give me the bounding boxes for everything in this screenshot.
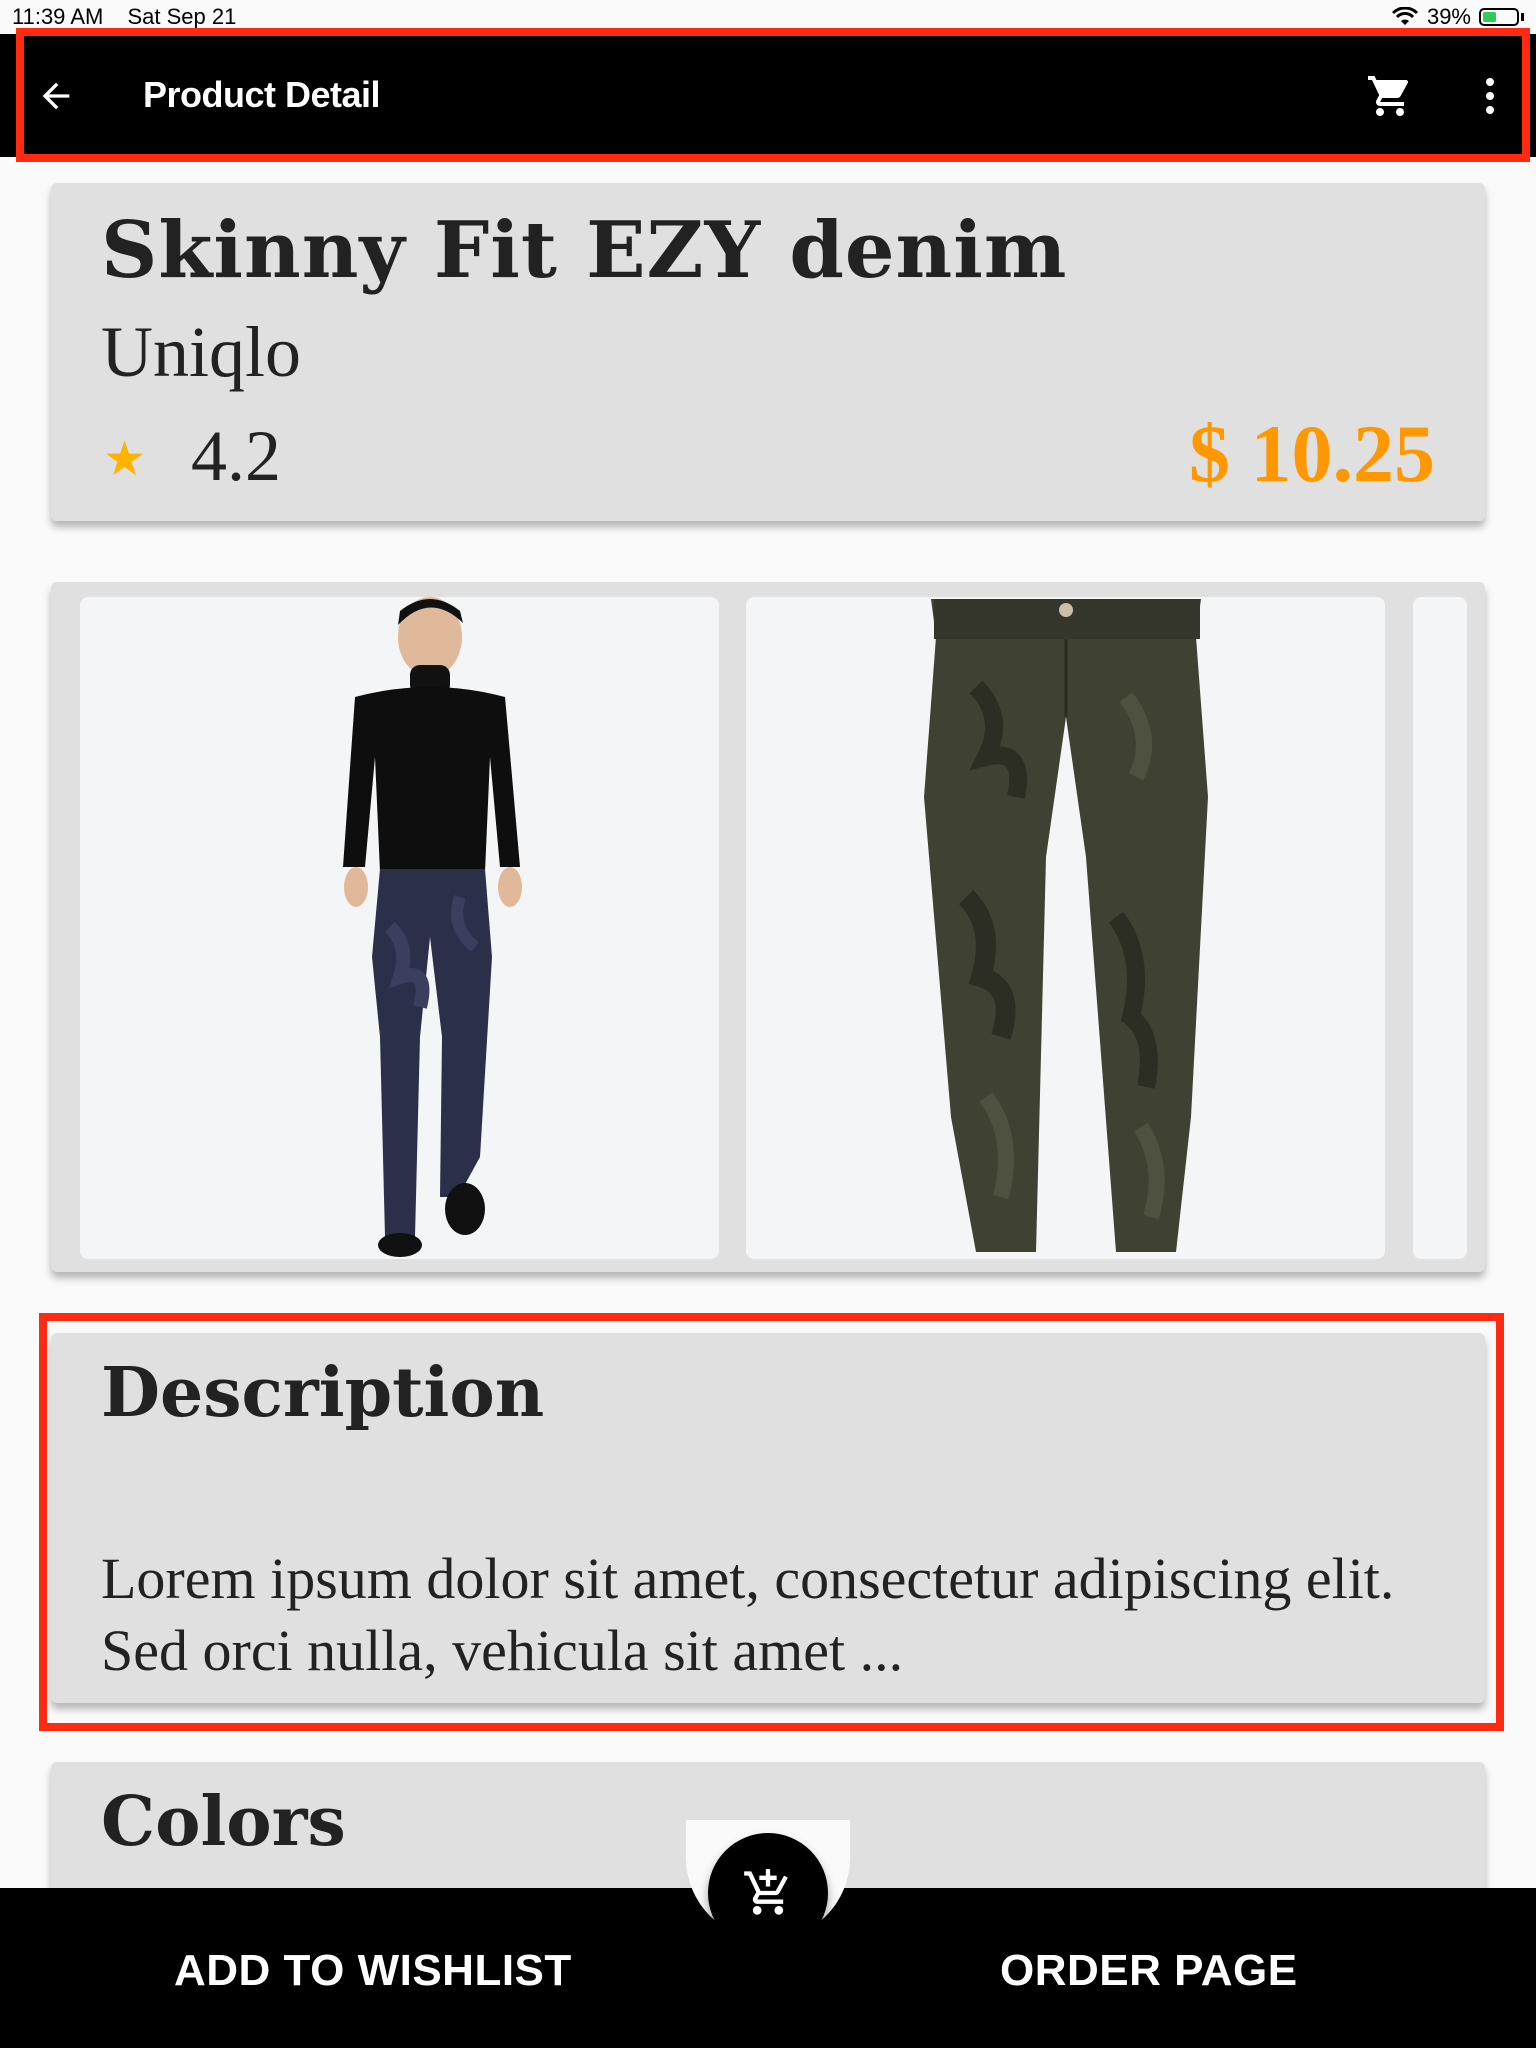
description-card: Description Lorem ipsum dolor sit amet, …	[51, 1333, 1485, 1703]
description-text: Lorem ipsum dolor sit amet, consectetur …	[101, 1546, 1395, 1683]
product-summary-card: Skinny Fit EZY denim Uniqlo ★ 4.2 $ 10.2…	[51, 183, 1485, 521]
more-vert-icon[interactable]	[1466, 72, 1514, 120]
add-to-cart-fab[interactable]	[708, 1833, 828, 1953]
star-icon: ★	[103, 433, 147, 486]
back-arrow-icon[interactable]	[36, 76, 76, 116]
wifi-icon	[1391, 7, 1419, 25]
status-right: 39%	[1391, 4, 1524, 30]
model-wearing-jeans-image[interactable]	[80, 597, 719, 1259]
product-price: $ 10.25	[1189, 408, 1435, 499]
battery-percent: 39%	[1426, 4, 1471, 29]
add-to-wishlist-button[interactable]: ADD TO WISHLIST	[174, 1946, 572, 1996]
colors-title: Colors	[101, 1782, 346, 1862]
status-date: Sat Sep 21	[127, 4, 237, 29]
product-name: Skinny Fit EZY denim	[101, 205, 1068, 296]
camo-jeans-image[interactable]	[746, 597, 1385, 1259]
status-time: 11:39 AM	[12, 4, 104, 29]
status-left: 11:39 AM Sat Sep 21	[12, 4, 254, 30]
product-brand: Uniqlo	[101, 312, 302, 392]
product-rating: 4.2	[191, 416, 281, 496]
battery-nub	[1521, 13, 1524, 21]
add-shopping-cart-icon	[744, 1869, 788, 1915]
status-bar: 11:39 AM Sat Sep 21 39%	[0, 0, 1536, 34]
image-gallery[interactable]	[51, 582, 1485, 1272]
partial-image[interactable]	[1413, 597, 1467, 1259]
order-page-button[interactable]: ORDER PAGE	[1000, 1946, 1298, 1996]
battery-icon	[1479, 8, 1519, 26]
cart-icon[interactable]	[1366, 72, 1414, 120]
app-bar: Product Detail	[0, 34, 1536, 157]
description-title: Description	[101, 1353, 545, 1433]
page-title: Product Detail	[143, 74, 381, 115]
